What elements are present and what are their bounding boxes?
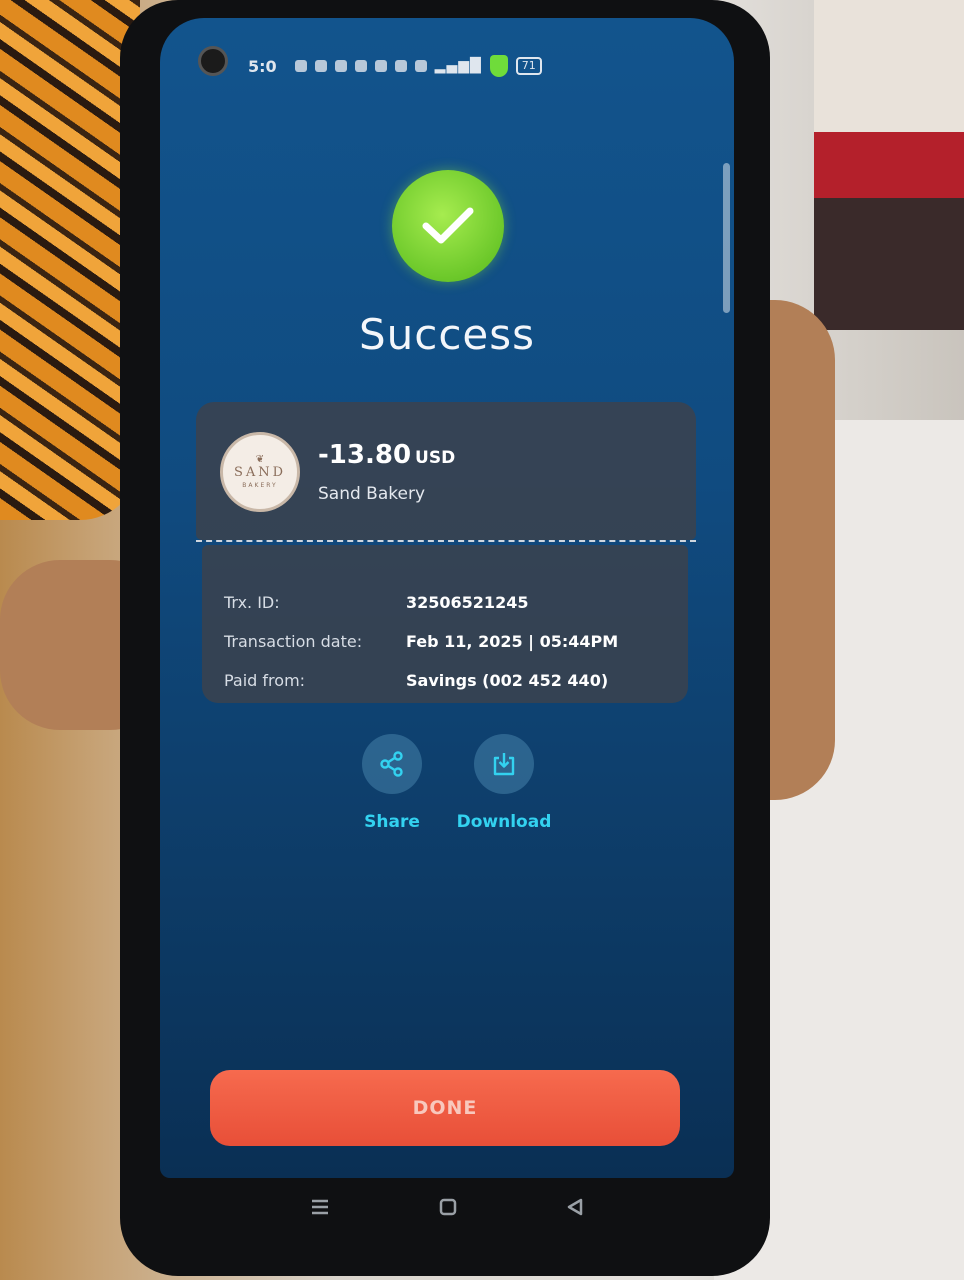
status-time: 5:0 (248, 56, 277, 76)
back-icon[interactable] (560, 1192, 590, 1222)
merchant-logo-text: SAND (233, 465, 287, 480)
download-button[interactable]: Download (444, 734, 564, 832)
notification-icon (334, 60, 347, 72)
background-shirt (0, 0, 140, 520)
detail-value: Feb 11, 2025 | 05:44PM (406, 632, 619, 651)
phone-screen: 5:0 ▂▄▆█ 71 Success ❦ SAND BAKERY -13.80… (160, 18, 734, 1178)
transaction-details-card: Trx. ID: 32506521245 Transaction date: F… (202, 545, 688, 703)
amount-value: -13.80 (318, 440, 412, 470)
share-icon[interactable] (362, 734, 422, 794)
shield-icon (489, 55, 508, 77)
notification-icon (294, 60, 307, 72)
transaction-amount: -13.80 USD (318, 440, 455, 470)
share-button[interactable]: Share (332, 734, 452, 832)
system-nav-bar (160, 1182, 734, 1232)
detail-label: Transaction date: (224, 632, 363, 651)
recent-apps-icon[interactable] (305, 1192, 335, 1222)
front-camera (198, 46, 228, 76)
done-button[interactable]: DONE (210, 1070, 680, 1146)
notification-icon (374, 60, 387, 72)
receipt-divider (196, 540, 696, 542)
success-check-icon (392, 170, 504, 282)
merchant-name: Sand Bakery (318, 484, 426, 504)
transaction-summary-card: ❦ SAND BAKERY -13.80 USD Sand Bakery (196, 402, 696, 540)
signal-icon: ▂▄▆█ (434, 58, 482, 74)
page-title: Success (358, 310, 536, 359)
merchant-logo: ❦ SAND BAKERY (220, 432, 300, 512)
detail-label: Paid from: (224, 671, 306, 690)
amount-currency: USD (415, 448, 456, 468)
home-icon[interactable] (433, 1192, 463, 1222)
download-label[interactable]: Download (444, 812, 564, 832)
scrollbar[interactable] (723, 163, 730, 313)
status-bar: 5:0 ▂▄▆█ 71 (248, 54, 698, 78)
battery-icon: 71 (515, 57, 542, 75)
detail-value: 32506521245 (406, 593, 529, 612)
detail-label: Trx. ID: (224, 593, 280, 612)
notification-icon (394, 60, 407, 72)
download-icon[interactable] (474, 734, 534, 794)
notification-icon (354, 60, 367, 72)
detail-value: Savings (002 452 440) (406, 671, 609, 690)
merchant-logo-subtext: BAKERY (242, 482, 278, 489)
background-shelf (814, 0, 964, 330)
logo-wheat-icon: ❦ (255, 454, 265, 465)
notification-icon (414, 60, 427, 72)
share-label[interactable]: Share (332, 812, 452, 832)
notification-icon (314, 60, 327, 72)
